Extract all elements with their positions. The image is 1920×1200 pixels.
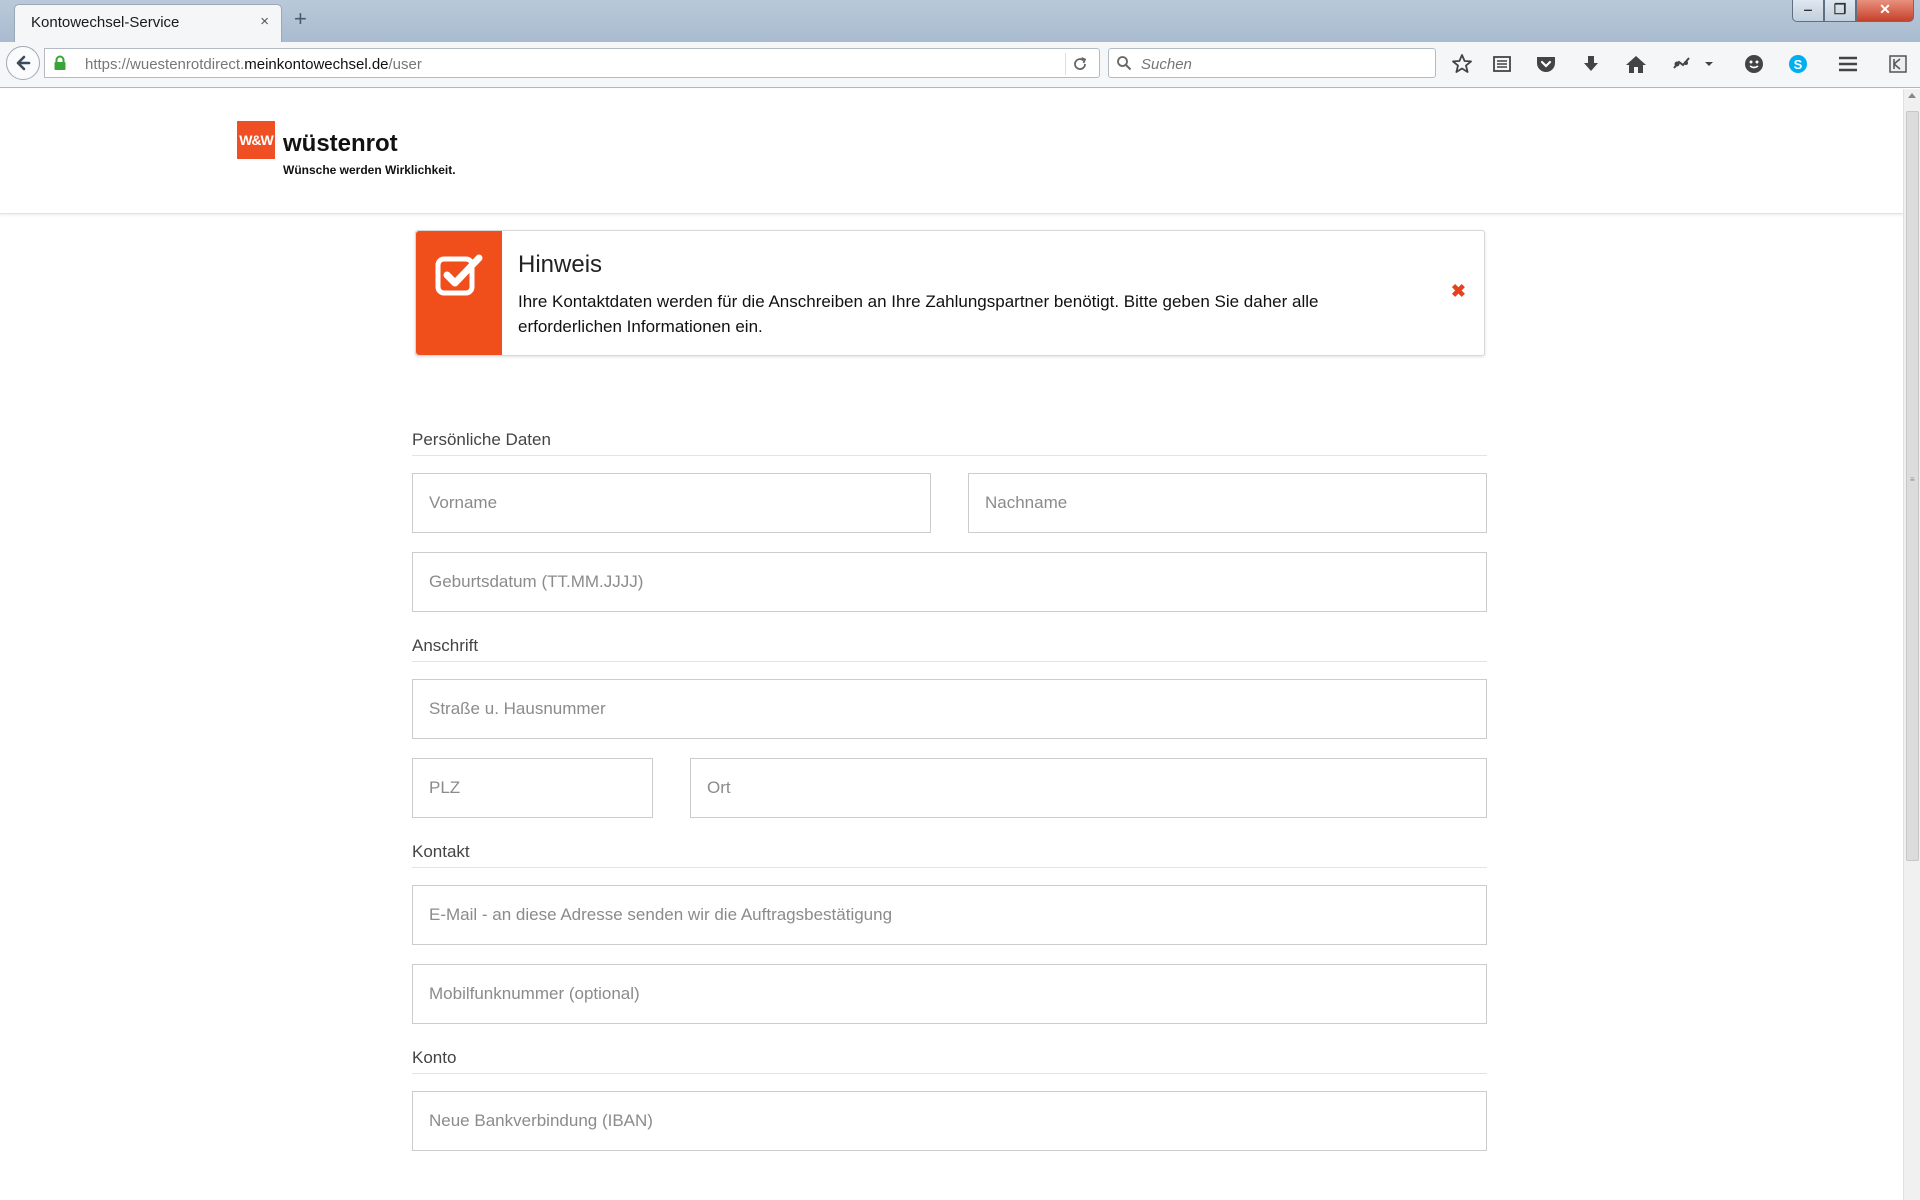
brand-name: wüstenrot xyxy=(283,130,398,157)
search-input[interactable] xyxy=(1141,56,1421,73)
downloads-icon[interactable] xyxy=(1577,50,1605,78)
pocket-icon[interactable] xyxy=(1532,50,1560,78)
section-divider xyxy=(412,455,1487,456)
page-scrollbar[interactable]: ≡ xyxy=(1903,89,1920,1200)
mobile-input[interactable] xyxy=(412,964,1487,1024)
notice-accent xyxy=(416,231,502,355)
title-bar: Kontowechsel-Service × + ‒ ❐ ✕ xyxy=(0,0,1920,42)
section-divider xyxy=(412,867,1487,868)
tab-title: Kontowechsel-Service xyxy=(31,14,180,31)
bookmarks-list-icon[interactable] xyxy=(1488,50,1516,78)
last-name-input[interactable] xyxy=(968,473,1487,533)
section-label-address: Anschrift xyxy=(412,636,479,655)
notice-box: Hinweis Ihre Kontaktdaten werden für die… xyxy=(415,230,1485,356)
addon-icon[interactable] xyxy=(1668,50,1696,78)
svg-text:S: S xyxy=(1794,57,1803,72)
new-tab-button[interactable]: + xyxy=(294,6,307,32)
iban-input[interactable] xyxy=(412,1091,1487,1151)
search-bar[interactable] xyxy=(1108,48,1436,78)
home-icon[interactable] xyxy=(1622,50,1650,78)
section-label-personal: Persönliche Daten xyxy=(412,430,551,449)
reload-button[interactable] xyxy=(1065,53,1093,75)
menu-icon[interactable] xyxy=(1834,50,1862,78)
city-input[interactable] xyxy=(690,758,1487,818)
brand-tagline: Wünsche werden Wirklichkeit. xyxy=(283,163,456,177)
tab-close-icon[interactable]: × xyxy=(260,13,269,30)
notice-title: Hinweis xyxy=(518,251,603,278)
close-window-button[interactable]: ✕ xyxy=(1856,0,1914,22)
scroll-up-arrow-icon[interactable] xyxy=(1908,93,1916,98)
addon-dropdown-icon[interactable] xyxy=(1700,50,1718,78)
back-button[interactable] xyxy=(6,46,40,80)
url-bar[interactable]: https://wuestenrotdirect.meinkontowechse… xyxy=(44,48,1100,78)
search-icon xyxy=(1117,56,1132,71)
minimize-button[interactable]: ‒ xyxy=(1792,0,1824,22)
maximize-button[interactable]: ❐ xyxy=(1824,0,1856,22)
checkbox-check-icon xyxy=(435,254,483,296)
reload-icon xyxy=(1073,57,1086,70)
back-arrow-icon xyxy=(16,55,31,71)
section-divider xyxy=(412,661,1487,662)
skype-icon[interactable]: S xyxy=(1784,50,1812,78)
browser-tab[interactable]: Kontowechsel-Service × xyxy=(14,4,282,42)
zip-input[interactable] xyxy=(412,758,653,818)
section-label-account: Konto xyxy=(412,1048,457,1067)
birthdate-input[interactable] xyxy=(412,552,1487,612)
email-input[interactable] xyxy=(412,885,1487,945)
bookmark-star-icon[interactable] xyxy=(1448,50,1476,78)
scroll-thumb[interactable]: ≡ xyxy=(1906,111,1919,861)
notice-text: Ihre Kontaktdaten werden für die Anschre… xyxy=(518,292,1319,336)
section-label-contact: Kontakt xyxy=(412,842,470,861)
street-input[interactable] xyxy=(412,679,1487,739)
lock-icon xyxy=(54,55,66,70)
chat-smiley-icon[interactable] xyxy=(1740,50,1768,78)
navigation-bar: https://wuestenrotdirect.meinkontowechse… xyxy=(0,42,1920,88)
sidebar-addon-icon[interactable] xyxy=(1884,50,1912,78)
section-divider xyxy=(412,1073,1487,1074)
url-text: https://wuestenrotdirect.meinkontowechse… xyxy=(85,56,422,73)
brand-logo[interactable]: W&W xyxy=(237,121,275,159)
site-header: W&W wüstenrot Wünsche werden Wirklichkei… xyxy=(0,89,1903,214)
notice-close-icon[interactable]: ✖ xyxy=(1451,281,1466,302)
first-name-input[interactable] xyxy=(412,473,931,533)
scroll-grip-icon: ≡ xyxy=(1910,475,1915,484)
window-controls: ‒ ❐ ✕ xyxy=(1792,0,1914,24)
